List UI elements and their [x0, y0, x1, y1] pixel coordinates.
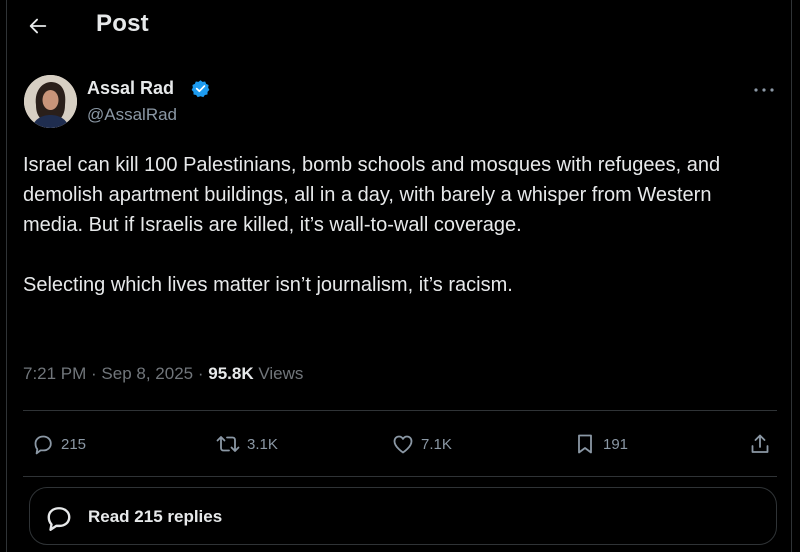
- post-meta: 7:21 PM · Sep 8, 2025 · 95.8K Views: [23, 364, 303, 384]
- divider: [23, 476, 777, 477]
- author-handle[interactable]: @AssalRad: [87, 105, 177, 125]
- more-horizontal-icon: [754, 88, 774, 92]
- share-icon: [751, 434, 769, 453]
- arrow-left-icon: [29, 18, 47, 34]
- reply-button[interactable]: 215: [31, 424, 86, 464]
- like-count: 7.1K: [421, 435, 452, 453]
- post-paragraph: Selecting which lives matter isn’t journ…: [23, 274, 513, 296]
- repost-count: 3.1K: [247, 435, 278, 453]
- back-button[interactable]: [21, 9, 55, 43]
- page-header: Post: [7, 0, 791, 52]
- reply-count: 215: [61, 435, 87, 453]
- bookmark-icon: [578, 434, 592, 454]
- read-replies-button[interactable]: Read 215 replies: [29, 487, 777, 545]
- action-bar: 215 3.1K 7.1K 191: [7, 424, 791, 464]
- repost-button[interactable]: 3.1K: [215, 424, 278, 464]
- post-detail-panel: Post Assal Rad @AssalRad Israel can kill…: [6, 0, 792, 552]
- meta-separator: ·: [193, 364, 209, 383]
- meta-separator: ·: [86, 364, 102, 383]
- page-title: Post: [96, 10, 149, 37]
- repost-icon: [216, 436, 240, 452]
- post-date[interactable]: Sep 8, 2025: [101, 364, 193, 383]
- bookmark-count: 191: [603, 435, 629, 453]
- views-count[interactable]: 95.8K: [208, 364, 253, 383]
- avatar[interactable]: [24, 75, 77, 128]
- heart-icon: [393, 435, 413, 454]
- bookmark-button[interactable]: 191: [573, 424, 628, 464]
- reply-icon: [47, 507, 71, 531]
- post-paragraph: Israel can kill 100 Palestinians, bomb s…: [23, 154, 721, 236]
- share-button[interactable]: [748, 424, 772, 464]
- post-text: Israel can kill 100 Palestinians, bomb s…: [23, 150, 773, 300]
- read-replies-label: Read 215 replies: [88, 507, 223, 526]
- reply-icon: [34, 435, 52, 455]
- post-time[interactable]: 7:21 PM: [23, 364, 86, 383]
- divider: [23, 410, 777, 411]
- like-button[interactable]: 7.1K: [391, 424, 452, 464]
- author-name[interactable]: Assal Rad: [87, 78, 174, 99]
- more-options-button[interactable]: [751, 80, 777, 100]
- avatar-photo-icon: [24, 75, 77, 128]
- views-label: Views: [258, 364, 304, 383]
- verified-badge-icon: [191, 80, 210, 98]
